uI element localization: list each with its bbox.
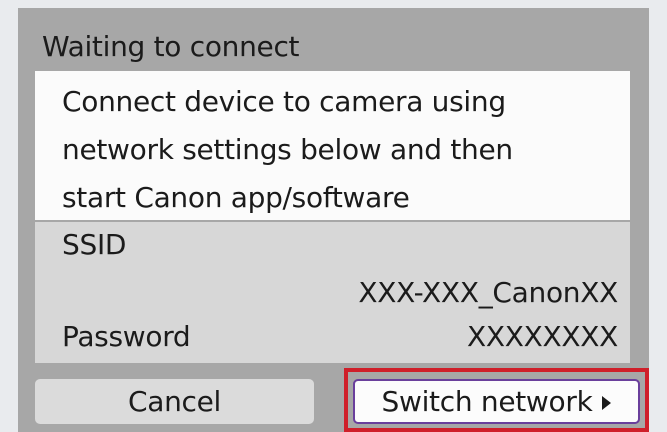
password-label: Password: [62, 320, 191, 353]
ssid-label: SSID: [62, 228, 127, 261]
instruction-line-1: Connect device to camera using: [62, 85, 506, 118]
network-settings-panel: SSID XXX-XXX_CanonXX Password XXXXXXXX: [35, 222, 630, 363]
caret-right-icon: [602, 395, 612, 410]
ssid-value: XXX-XXX_CanonXX: [358, 276, 618, 309]
switch-network-button-label: Switch network: [381, 385, 593, 418]
password-value: XXXXXXXX: [466, 320, 618, 353]
instruction-line-2: network settings below and then: [62, 133, 513, 166]
cancel-button-label: Cancel: [127, 385, 222, 418]
instruction-line-3: start Canon app/software: [62, 181, 410, 214]
dialog-title: Waiting to connect: [42, 30, 300, 63]
switch-network-button[interactable]: Switch network: [353, 379, 640, 424]
cancel-button[interactable]: Cancel: [35, 379, 314, 424]
instruction-panel: Connect device to camera using network s…: [35, 71, 630, 220]
